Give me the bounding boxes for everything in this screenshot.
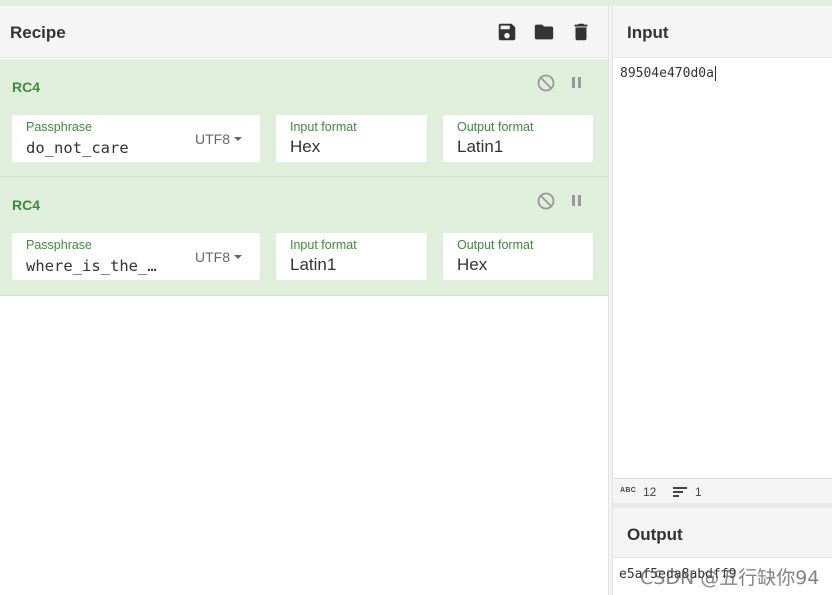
operation-rc4-1[interactable]: RC4 Passphrase do_not_care UTF8 Input fo…	[0, 59, 608, 177]
encoding-label: UTF8	[195, 131, 230, 147]
recipe-header: Recipe	[0, 6, 608, 58]
input-format-field[interactable]: Input format Latin1	[276, 233, 427, 280]
operation-title: RC4	[12, 79, 41, 95]
input-format-label: Input format	[290, 120, 357, 134]
chevron-down-icon	[234, 255, 242, 260]
lines-icon	[673, 487, 687, 497]
passphrase-label: Passphrase	[26, 120, 93, 134]
trash-icon[interactable]	[570, 21, 592, 43]
operation-title: RC4	[12, 197, 41, 213]
abc-icon: ABC	[620, 487, 637, 494]
output-format-field[interactable]: Output format Latin1	[443, 115, 593, 162]
encoding-dropdown[interactable]: UTF8	[195, 249, 242, 265]
disable-icon[interactable]	[536, 73, 556, 93]
recipe-drop-area[interactable]	[0, 296, 608, 595]
passphrase-value[interactable]: where_is_the_…	[26, 257, 157, 275]
encoding-dropdown[interactable]: UTF8	[195, 131, 242, 147]
input-format-value[interactable]: Hex	[290, 137, 320, 157]
input-format-value[interactable]: Latin1	[290, 255, 336, 275]
input-format-label: Input format	[290, 238, 357, 252]
output-format-value[interactable]: Latin1	[457, 137, 503, 157]
input-status-bar: ABC 12 1	[613, 478, 832, 503]
input-textarea[interactable]: 89504e470d0a	[613, 58, 832, 478]
text-cursor	[714, 66, 716, 81]
passphrase-value[interactable]: do_not_care	[26, 139, 129, 157]
input-line-count: 1	[695, 485, 702, 499]
pause-icon[interactable]	[567, 191, 587, 211]
chevron-down-icon	[234, 137, 242, 142]
output-title: Output	[627, 525, 683, 544]
output-format-field[interactable]: Output format Hex	[443, 233, 593, 280]
input-length: 12	[643, 485, 657, 499]
operation-rc4-2[interactable]: RC4 Passphrase where_is_the_… UTF8 Input…	[0, 177, 608, 296]
input-format-field[interactable]: Input format Hex	[276, 115, 427, 162]
passphrase-field[interactable]: Passphrase where_is_the_… UTF8	[12, 233, 260, 280]
output-format-label: Output format	[457, 238, 534, 252]
passphrase-label: Passphrase	[26, 238, 93, 252]
output-header: Output	[613, 508, 832, 558]
input-text[interactable]: 89504e470d0a	[620, 66, 716, 81]
input-header: Input	[613, 6, 832, 58]
disable-icon[interactable]	[536, 191, 556, 211]
watermark: CSDN @五行缺你94	[640, 567, 820, 589]
input-value: 89504e470d0a	[620, 66, 714, 81]
input-title: Input	[627, 23, 669, 42]
recipe-title: Recipe	[10, 23, 66, 42]
output-format-label: Output format	[457, 120, 534, 134]
cyberchef-window: Recipe RC4 Passphrase do_not_care UTF8 I…	[0, 0, 832, 595]
folder-icon[interactable]	[533, 21, 555, 43]
output-format-value[interactable]: Hex	[457, 255, 487, 275]
passphrase-field[interactable]: Passphrase do_not_care UTF8	[12, 115, 260, 162]
pause-icon[interactable]	[567, 73, 587, 93]
encoding-label: UTF8	[195, 249, 230, 265]
save-icon[interactable]	[496, 21, 518, 43]
